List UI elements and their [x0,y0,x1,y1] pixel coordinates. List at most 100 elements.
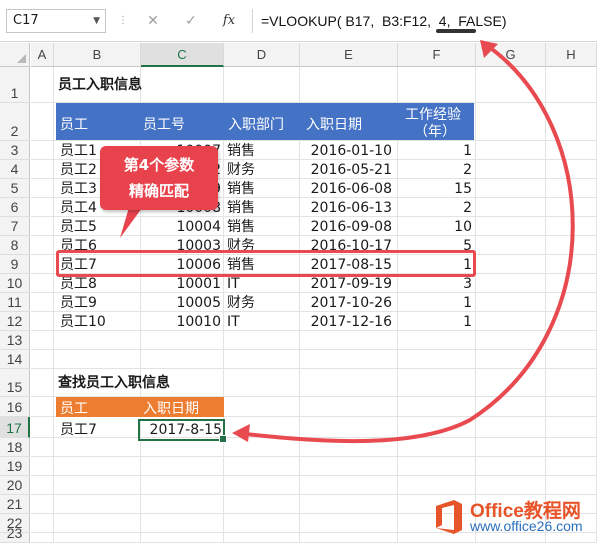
row-header-17[interactable]: 17 [0,417,30,438]
insert-function-button[interactable]: fx [218,10,240,32]
employee-date-cell[interactable]: 2016-06-13 [300,199,392,218]
employee-exp-cell[interactable]: 3 [398,275,472,294]
formula-input[interactable]: =VLOOKUP( B17, B3:F12, 4, FALSE) [252,9,594,33]
confirm-button[interactable]: ✓ [180,10,202,32]
employee-exp-cell[interactable]: 2 [398,199,472,218]
gridline-vertical [545,67,546,543]
gridline-vertical [475,67,476,543]
employee-id-cell[interactable]: 10004 [141,218,221,237]
column-header-h[interactable]: H [546,43,597,67]
employee-dept-cell[interactable]: IT [227,313,297,332]
table1-header-date: 入职日期 [306,117,362,133]
employee-exp-cell[interactable]: 10 [398,218,472,237]
employee-id-cell[interactable]: 10010 [141,313,221,332]
select-all-button[interactable] [0,43,30,67]
row-header-10[interactable]: 10 [0,274,30,293]
row-header-23[interactable]: 23 [0,525,30,543]
callout-line-1: 第4个参数 [123,156,195,174]
employee-id-cell[interactable]: 10005 [141,294,221,313]
row-header-12[interactable]: 12 [0,312,30,331]
gridline-horizontal [31,349,597,350]
row-header-9[interactable]: 9 [0,255,30,274]
arrow-end-head [232,424,250,442]
row-header-8[interactable]: 8 [0,236,30,255]
table1-header-employee: 员工 [60,117,88,133]
row-header-18[interactable]: 18 [0,438,30,457]
row-header-14[interactable]: 14 [0,350,30,369]
chevron-down-icon[interactable]: ▼ [93,10,100,32]
table1-title: 员工入职信息 [58,77,142,93]
employee-dept-cell[interactable]: 财务 [227,161,297,180]
employee-dept-cell[interactable]: 销售 [227,218,297,237]
gridline-horizontal [31,475,597,476]
column-header-f[interactable]: F [398,43,476,67]
table1-header-dept: 入职部门 [228,117,284,133]
row-header-4[interactable]: 4 [0,160,30,179]
employee-name-cell[interactable]: 员工5 [60,218,140,237]
row-header-20[interactable]: 20 [0,476,30,495]
employee-dept-cell[interactable]: 财务 [227,294,297,313]
office-logo-icon [436,500,462,534]
column-header-c[interactable]: C [141,43,224,67]
employee-name-cell[interactable]: 员工10 [60,313,140,332]
name-box-value: C17 [13,13,39,28]
column-header-d[interactable]: D [224,43,300,67]
employee-date-cell[interactable]: 2016-05-21 [300,161,392,180]
employee-date-cell[interactable]: 2016-09-08 [300,218,392,237]
gridline-vertical [53,67,54,543]
column-header-e[interactable]: E [300,43,398,67]
row-header-16[interactable]: 16 [0,397,30,417]
column-header-a[interactable]: A [31,43,54,67]
office26-logo: Office教程网 www.office26.com [430,496,592,538]
formula-highlight-underline [436,29,476,33]
table1-header-experience-unit: （年） [414,124,456,140]
employee-dept-cell[interactable]: 销售 [227,199,297,218]
employee-exp-cell[interactable]: 1 [398,294,472,313]
table2-header-employee: 员工 [60,401,88,417]
table2-header-date: 入职日期 [143,401,199,417]
row-header-21[interactable]: 21 [0,495,30,514]
callout-box: 第4个参数 精确匹配 [100,146,218,210]
employee-dept-cell[interactable]: IT [227,275,297,294]
matched-row-highlight [56,250,476,277]
employee-dept-cell[interactable]: 销售 [227,180,297,199]
lookup-employee-cell[interactable]: 员工7 [60,421,97,440]
employee-dept-cell[interactable]: 销售 [227,142,297,161]
employee-exp-cell[interactable]: 15 [398,180,472,199]
employee-exp-cell[interactable]: 1 [398,313,472,332]
gridline-horizontal [31,140,597,141]
name-box[interactable]: C17 ▼ [6,9,106,33]
row-header-6[interactable]: 6 [0,198,30,217]
row-header-11[interactable]: 11 [0,293,30,312]
employee-date-cell[interactable]: 2017-10-26 [300,294,392,313]
row-header-5[interactable]: 5 [0,179,30,198]
row-header-7[interactable]: 7 [0,217,30,236]
row-header-15[interactable]: 15 [0,369,30,397]
gridline-horizontal [31,456,597,457]
drag-handle-icon[interactable]: ⋮ [118,12,128,30]
cancel-button[interactable]: ✕ [142,10,164,32]
employee-date-cell[interactable]: 2016-06-08 [300,180,392,199]
table2-title: 查找员工入职信息 [58,375,170,391]
employee-exp-cell[interactable]: 2 [398,161,472,180]
gridline-horizontal [31,368,597,369]
employee-exp-cell[interactable]: 1 [398,142,472,161]
employee-id-cell[interactable]: 10001 [141,275,221,294]
row-header-13[interactable]: 13 [0,331,30,350]
column-header-g[interactable]: G [476,43,546,67]
logo-url-text: www.office26.com [470,518,583,534]
employee-name-cell[interactable]: 员工8 [60,275,140,294]
gridline-horizontal [31,494,597,495]
row-header-2[interactable]: 2 [0,103,30,141]
active-cell-selection[interactable] [138,419,227,443]
row-header-19[interactable]: 19 [0,457,30,476]
employee-date-cell[interactable]: 2017-12-16 [300,313,392,332]
column-header-b[interactable]: B [54,43,141,67]
callout-line-2: 精确匹配 [128,182,189,200]
employee-name-cell[interactable]: 员工9 [60,294,140,313]
row-header-1[interactable]: 1 [0,67,30,103]
employee-date-cell[interactable]: 2016-01-10 [300,142,392,161]
gridline-horizontal [31,437,597,438]
employee-date-cell[interactable]: 2017-09-19 [300,275,392,294]
row-header-3[interactable]: 3 [0,141,30,160]
